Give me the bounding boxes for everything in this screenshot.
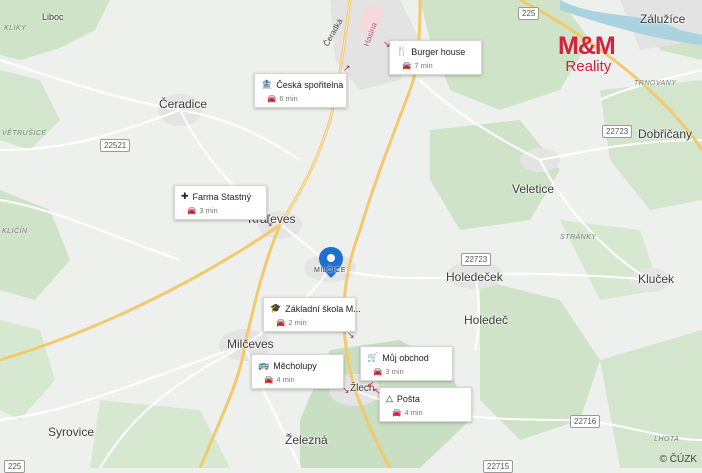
place-label-syrovice: Syrovice [48,425,95,439]
area-label-stranky: STRÁNKY [560,234,597,241]
car-icon: 🚘 [392,408,402,417]
car-icon: 🚘 [276,318,286,327]
poi-time: 6 min [279,94,298,103]
place-label-zelezna: Železná [285,433,328,447]
poi-card-posta[interactable]: ↖ △ Pošta 🚘 4 min [373,387,472,422]
place-label-klucek: Kluček [638,272,675,286]
poi-name: Měcholupy [273,360,317,371]
poi-time: 7 min [414,61,433,70]
bank-icon: 🏦 [261,79,273,89]
place-label-liboc: Liboc [42,12,64,22]
poi-time: 4 min [404,408,423,417]
brand-subtitle: Reality [565,58,612,75]
brand-logo-text: M&M [558,32,616,60]
post-icon: △ [386,393,393,403]
pointer-arrow-icon: ↘ [342,385,350,395]
place-label-milceves: Milčeves [227,337,274,351]
poi-time: 3 min [385,367,404,376]
place-label-holedec: Holedeč [464,313,509,327]
area-label-kliky: KLIKY [4,25,27,32]
area-label-trnovany: TRNOVANY [634,80,677,87]
poi-card-skola[interactable]: ↘ 🎓 Základní škola M... 🚘 2 min [263,297,361,340]
poi-card-burger[interactable]: ↘ 🍴 Burger house 🚘 7 min [383,40,482,75]
cart-icon: 🛒 [367,352,379,362]
car-icon: 🚘 [402,61,412,70]
fork-knife-icon: 🍴 [396,46,408,56]
pointer-arrow-icon: ↘ [383,39,391,49]
pointer-arrow-icon: ↘ [265,218,273,228]
poi-name: Farma Stastný [192,191,252,202]
place-label-milcice: MILČICE [314,267,346,274]
car-icon: 🚘 [264,375,274,384]
area-label-klicin: KLIČÍN [2,228,28,235]
pointer-arrow-icon: ↘ [347,330,355,340]
area-label-vetrusice: VĚTRUŠICE [2,130,47,137]
car-icon: 🚘 [267,94,277,103]
bus-icon: 🚌 [258,360,270,370]
place-label-dobricany: Dobřičany [638,127,693,141]
graduation-cap-icon: 🎓 [270,303,282,313]
area-label-lhota: LHOTA [654,436,680,443]
poi-card-obchod[interactable]: ↙ 🛒 Můj obchod 🚘 3 min [360,346,453,389]
medical-cross-icon: ✚ [181,191,189,201]
poi-name: Česká spořitelna [276,79,344,90]
poi-name: Pošta [396,393,420,404]
place-label-ceradice: Čeradice [159,97,208,111]
poi-card-farma[interactable]: ↘ ✚ Farma Stastný 🚘 3 min [174,185,273,228]
road-number-sign: 22723 [602,125,633,138]
poi-card-sporitelna[interactable]: ↗ 🏦 Česká spořitelna 🚘 6 min [254,64,351,108]
car-icon: 🚘 [187,206,197,215]
road-number-sign: 225 [4,460,26,473]
pointer-arrow-icon: ↖ [373,386,381,396]
road-number-sign: 225 [518,7,540,20]
place-label-zaluzice: Záluží­ce [640,12,686,26]
poi-name: Základní škola M... [285,303,361,314]
poi-name: Burger house [411,46,466,57]
road-number-sign: 22716 [570,415,601,428]
road-number-sign: 22521 [100,139,131,152]
place-label-veletice: Veletice [512,182,555,196]
poi-card-mecholupy[interactable]: ↘ 🚌 Měcholupy 🚘 4 min [251,354,350,395]
brand-logo[interactable]: M&M Reality [558,32,616,75]
road-number-sign: 22715 [483,460,514,473]
poi-time: 2 min [288,318,307,327]
poi-time: 3 min [199,206,218,215]
map-copyright: © ČÚZK [659,454,697,465]
road-number-sign: 22723 [461,253,492,266]
car-icon: 🚘 [373,367,383,376]
poi-time: 4 min [276,375,295,384]
poi-name: Můj obchod [382,352,429,363]
pointer-arrow-icon: ↗ [343,63,351,73]
place-label-holedecek: Holedeček [446,270,503,284]
